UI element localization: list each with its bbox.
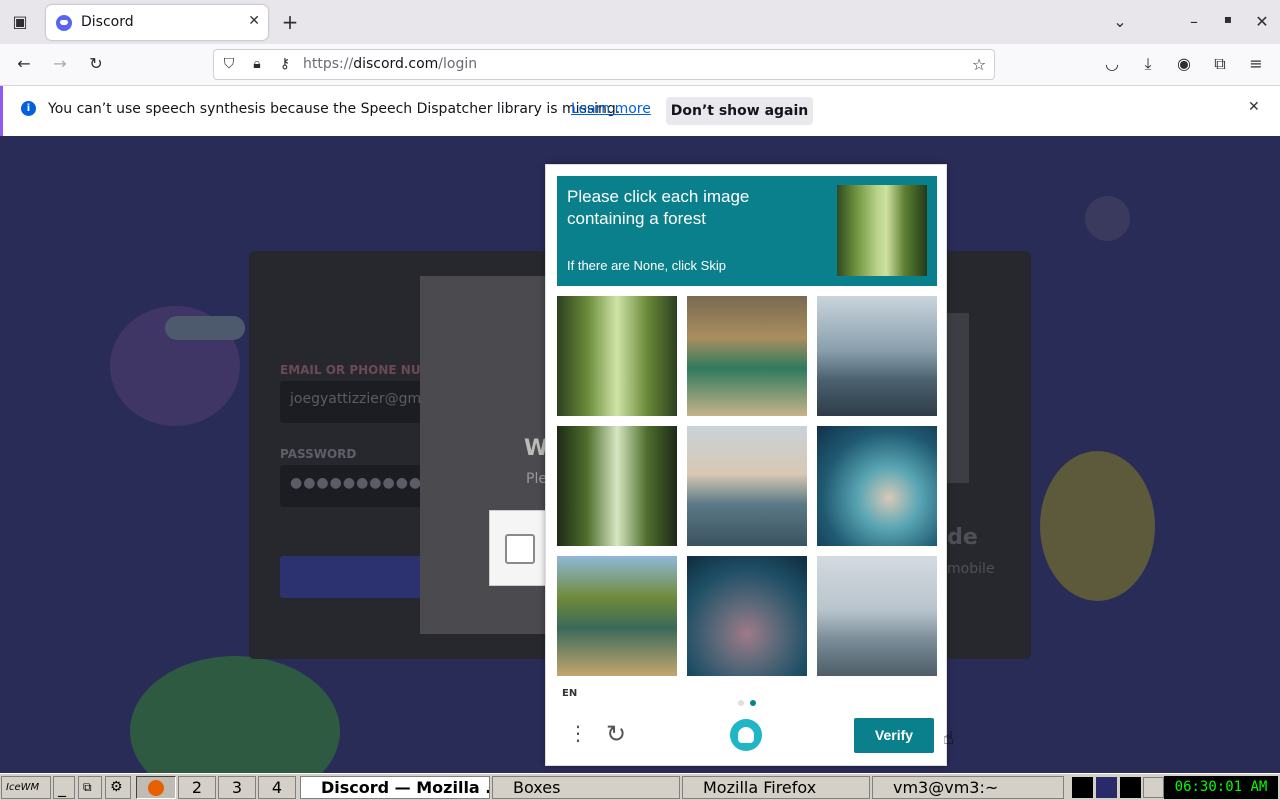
notification-close-icon[interactable]: ✕ — [1248, 99, 1260, 115]
login-button[interactable] — [280, 556, 430, 598]
discord-favicon-icon — [56, 15, 72, 31]
captcha-tile-3[interactable] — [817, 296, 937, 416]
tab-title: Discord — [81, 14, 134, 30]
page-indicator — [738, 691, 762, 710]
illustration-character-right — [1040, 451, 1155, 601]
captcha-challenge: Please click each image containing a for… — [545, 164, 947, 766]
bookmark-star-icon[interactable]: ☆ — [970, 55, 988, 74]
captcha-header: Please click each image containing a for… — [557, 176, 937, 286]
minimize-icon[interactable]: – — [1184, 12, 1204, 31]
hcaptcha-checkbox[interactable] — [505, 534, 535, 564]
taskbar-window-terminal[interactable]: vm3@vm3:~ — [872, 776, 1064, 799]
taskbar-window-discord[interactable]: Discord — Mozilla ... — [300, 776, 490, 799]
qr-subtitle-partial: mobile — [947, 561, 995, 577]
network-monitor-icon — [1096, 777, 1117, 798]
menu-icon[interactable]: ≡ — [1246, 54, 1266, 73]
email-field[interactable]: joegyattizzier@gm — [280, 381, 430, 423]
captcha-tile-1[interactable] — [557, 296, 677, 416]
captcha-subtext: If there are None, click Skip — [567, 258, 726, 273]
illustration-character-bottom — [130, 656, 340, 773]
memory-monitor-icon — [1120, 777, 1141, 798]
lock-icon[interactable]: 🔒︎ — [248, 56, 266, 72]
hcaptcha-checkbox-widget — [489, 510, 549, 586]
hcaptcha-logo-icon — [730, 719, 762, 751]
captcha-example-image — [837, 185, 927, 276]
captcha-tile-8[interactable] — [687, 556, 807, 676]
captcha-tile-5[interactable] — [687, 426, 807, 546]
list-tabs-icon[interactable]: ⌄ — [1110, 12, 1130, 31]
window-list-icon[interactable]: ⧉ — [78, 776, 102, 799]
notification-bar: i You can’t use speech synthesis because… — [0, 86, 1280, 136]
pocket-icon[interactable]: ◡ — [1102, 54, 1122, 73]
clock[interactable]: 06:30:01 AM — [1164, 776, 1278, 799]
taskbar-window-firefox[interactable]: Mozilla Firefox — [682, 776, 870, 799]
captcha-tile-7[interactable] — [557, 556, 677, 676]
cpu-monitor-icon — [1072, 777, 1093, 798]
shield-icon[interactable]: ⛉ — [220, 56, 238, 72]
extensions-icon[interactable]: ⧉ — [1210, 54, 1230, 74]
tab-overview-icon[interactable]: ▣ — [10, 12, 30, 31]
tab-strip: ▣ Discord ✕ + ⌄ – ▪ ✕ — [0, 0, 1280, 44]
notification-message: You can’t use speech synthesis because t… — [48, 101, 621, 117]
password-label: PASSWORD — [280, 447, 357, 461]
nav-bar: ← → ↻ ⛉ 🔒︎ ⚷ https://discord.com/login ☆… — [0, 44, 1280, 86]
page-dot — [738, 700, 744, 706]
url-bar[interactable]: ⛉ 🔒︎ ⚷ https://discord.com/login ☆ — [213, 49, 995, 80]
maximize-icon[interactable]: ▪ — [1218, 12, 1238, 26]
password-field[interactable]: ●●●●●●●●●●●●● — [280, 465, 461, 507]
hand-cursor-icon: ☝ — [943, 728, 954, 749]
tab-discord[interactable]: Discord ✕ — [46, 5, 268, 40]
taskbar-window-boxes[interactable]: Boxes — [492, 776, 680, 799]
show-desktop-icon[interactable]: _ — [53, 776, 75, 799]
illustration-bubble — [165, 316, 245, 340]
language-selector[interactable]: EN — [562, 688, 577, 699]
downloads-icon[interactable]: ⤓ — [1138, 54, 1158, 74]
info-icon: i — [21, 101, 36, 116]
taskbar: IceWM _ ⧉ ⚙ 2 3 4 Discord — Mozilla ... … — [0, 773, 1280, 800]
forward-icon[interactable]: → — [50, 54, 70, 73]
captcha-tile-4[interactable] — [557, 426, 677, 546]
window-close-icon[interactable]: ✕ — [1252, 12, 1272, 31]
modal-text-partial: Ple — [526, 471, 547, 487]
workspace-3[interactable]: 3 — [218, 776, 256, 799]
url-text: https://discord.com/login — [303, 56, 478, 72]
account-icon[interactable]: ◉ — [1174, 54, 1194, 73]
refresh-icon[interactable]: ↻ — [606, 720, 626, 748]
dont-show-again-button[interactable]: Don’t show again — [666, 97, 813, 125]
more-options-icon[interactable]: ⋮ — [568, 721, 588, 745]
tab-close-icon[interactable]: ✕ — [248, 13, 260, 29]
verify-button[interactable]: Verify — [854, 718, 934, 753]
key-icon[interactable]: ⚷ — [276, 56, 294, 72]
mail-icon[interactable] — [1143, 777, 1164, 798]
start-menu-icon[interactable]: IceWM — [1, 776, 51, 799]
new-tab-icon[interactable]: + — [280, 10, 300, 34]
captcha-tile-9[interactable] — [817, 556, 937, 676]
captcha-tile-6[interactable] — [817, 426, 937, 546]
learn-more-link[interactable]: Learn more — [571, 101, 651, 117]
back-icon[interactable]: ← — [14, 54, 34, 73]
workspace-2[interactable]: 2 — [178, 776, 216, 799]
firefox-launcher-icon[interactable] — [136, 776, 176, 799]
page-dot-active — [750, 700, 756, 706]
illustration-small-bubble — [1085, 196, 1130, 241]
captcha-tile-2[interactable] — [687, 296, 807, 416]
captcha-prompt: Please click each image containing a for… — [567, 187, 750, 228]
reload-icon[interactable]: ↻ — [86, 54, 106, 73]
workspace-4[interactable]: 4 — [258, 776, 296, 799]
settings-icon[interactable]: ⚙ — [105, 776, 131, 799]
